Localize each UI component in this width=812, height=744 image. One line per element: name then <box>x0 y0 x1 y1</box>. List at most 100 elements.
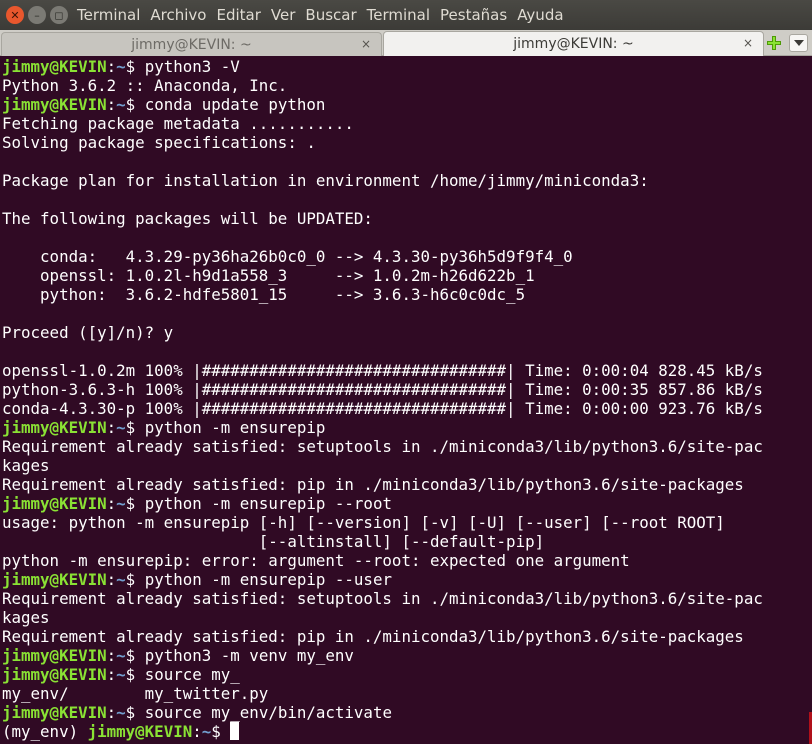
prompt-line: jimmy@KEVIN:~$ python3 -m venv my_env <box>2 646 812 665</box>
command-text: conda update python <box>144 95 326 114</box>
output-line: kages <box>2 608 50 627</box>
prompt-symbol: $ <box>211 722 231 741</box>
menu-editar[interactable]: Editar <box>211 6 265 24</box>
prompt-user: jimmy@KEVIN <box>2 665 107 684</box>
output-line: python -m ensurepip: error: argument --r… <box>2 551 630 570</box>
close-window-button[interactable]: ✕ <box>6 6 24 24</box>
output-line: Solving package specifications: . <box>2 133 316 152</box>
tab-label: jimmy@KEVIN: ~ <box>513 36 634 52</box>
minimize-window-button[interactable]: – <box>28 6 46 24</box>
output-line: kages <box>2 456 50 475</box>
maximize-icon: ◻ <box>54 8 64 22</box>
prompt-path: ~ <box>116 665 126 684</box>
menu-pestanas[interactable]: Pestañas <box>435 6 512 24</box>
prompt-symbol: $ <box>125 703 145 722</box>
prompt-user: jimmy@KEVIN <box>2 570 107 589</box>
prompt-line: jimmy@KEVIN:~$ python -m ensurepip <box>2 418 812 437</box>
close-icon: ✕ <box>10 8 20 22</box>
output-line: Requirement already satisfied: setuptool… <box>2 437 763 456</box>
prompt-line: jimmy@KEVIN:~$ source my_ <box>2 665 812 684</box>
prompt-path: ~ <box>116 494 126 513</box>
prompt-path: ~ <box>116 95 126 114</box>
output-line: Proceed ([y]/n)? y <box>2 323 174 342</box>
output-line: conda: 4.3.29-py36ha26b0c0_0 --> 4.3.30-… <box>2 247 573 266</box>
output-line: Package plan for installation in environ… <box>2 171 649 190</box>
command-text: python3 -V <box>144 57 240 76</box>
output-line: [--altinstall] [--default-pip] <box>2 532 545 551</box>
command-text: python -m ensurepip --user <box>144 570 392 589</box>
text-cursor <box>230 722 240 740</box>
command-text: source my_ <box>144 665 240 684</box>
output-line: conda-4.3.30-p 100% |###################… <box>2 399 763 418</box>
prompt-symbol: $ <box>125 570 145 589</box>
terminal-output[interactable]: jimmy@KEVIN:~$ python3 -V Python 3.6.2 ::… <box>0 57 812 744</box>
menu-ayuda[interactable]: Ayuda <box>512 6 568 24</box>
output-line: my_env/ my_twitter.py <box>2 684 269 703</box>
command-text: python -m ensurepip <box>144 418 326 437</box>
prompt-path: ~ <box>116 570 126 589</box>
prompt-path: ~ <box>116 57 126 76</box>
minimize-icon: – <box>34 8 40 22</box>
menu-buscar[interactable]: Buscar <box>300 6 361 24</box>
prompt-user: jimmy@KEVIN <box>2 95 107 114</box>
prompt-symbol: $ <box>125 95 145 114</box>
command-text: python -m ensurepip --root <box>144 494 392 513</box>
menu-terminal-app[interactable]: Terminal <box>72 6 145 24</box>
terminal-window: ✕ – ◻ Terminal Archivo Editar Ver Buscar… <box>0 0 812 744</box>
output-line: openssl: 1.0.2l-h9d1a558_3 --> 1.0.2m-h2… <box>2 266 535 285</box>
output-line: usage: python -m ensurepip [-h] [--versi… <box>2 513 725 532</box>
output-line: Fetching package metadata ........... <box>2 114 354 133</box>
output-line: Requirement already satisfied: pip in ./… <box>2 475 744 494</box>
command-text: source my_env/bin/activate <box>144 703 392 722</box>
prompt-path: ~ <box>116 703 126 722</box>
prompt-user: jimmy@KEVIN <box>2 646 107 665</box>
prompt-symbol: $ <box>125 646 145 665</box>
prompt-line: (my_env) jimmy@KEVIN:~$ <box>2 722 812 741</box>
prompt-path: ~ <box>116 418 126 437</box>
prompt-separator: : <box>106 95 117 114</box>
prompt-line: jimmy@KEVIN:~$ conda update python <box>2 95 812 114</box>
prompt-separator: : <box>106 418 117 437</box>
prompt-path: ~ <box>201 722 212 741</box>
command-text: python3 -m venv my_env <box>144 646 354 665</box>
output-line: python-3.6.3-h 100% |###################… <box>2 380 763 399</box>
window-controls: ✕ – ◻ <box>0 6 72 24</box>
prompt-line: jimmy@KEVIN:~$ python -m ensurepip --roo… <box>2 494 812 513</box>
menu-archivo[interactable]: Archivo <box>145 6 211 24</box>
prompt-user: jimmy@KEVIN <box>87 722 193 741</box>
prompt-user: jimmy@KEVIN <box>2 418 107 437</box>
close-tab-icon[interactable]: × <box>743 36 753 50</box>
prompt-user: jimmy@KEVIN <box>2 494 107 513</box>
prompt-symbol: $ <box>125 57 145 76</box>
prompt-separator: : <box>106 57 117 76</box>
menu-terminal[interactable]: Terminal <box>362 6 435 24</box>
venv-prefix: (my_env) <box>2 722 88 741</box>
prompt-user: jimmy@KEVIN <box>2 57 107 76</box>
chevron-down-icon <box>793 40 804 46</box>
close-tab-icon[interactable]: × <box>361 37 371 51</box>
output-line: Requirement already satisfied: pip in ./… <box>2 627 744 646</box>
prompt-separator: : <box>106 703 117 722</box>
prompt-symbol: $ <box>125 494 145 513</box>
tab-1[interactable]: jimmy@KEVIN: ~ × <box>1 32 382 56</box>
tab-2[interactable]: jimmy@KEVIN: ~ × <box>383 31 764 56</box>
output-line: Requirement already satisfied: setuptool… <box>2 589 763 608</box>
menu-ver[interactable]: Ver <box>266 6 301 24</box>
prompt-symbol: $ <box>125 418 145 437</box>
tabs-menu-button[interactable] <box>789 34 808 52</box>
menu-bar: ✕ – ◻ Terminal Archivo Editar Ver Buscar… <box>0 0 812 30</box>
prompt-line: jimmy@KEVIN:~$ python3 -V <box>2 57 812 76</box>
maximize-window-button[interactable]: ◻ <box>50 6 68 24</box>
menu-items: Terminal Archivo Editar Ver Buscar Termi… <box>72 6 569 24</box>
tab-bar: jimmy@KEVIN: ~ × jimmy@KEVIN: ~ × <box>0 30 812 56</box>
prompt-separator: : <box>192 722 202 741</box>
prompt-symbol: $ <box>125 665 145 684</box>
output-line: openssl-1.0.2m 100% |###################… <box>2 361 763 380</box>
new-tab-button[interactable] <box>764 33 784 53</box>
prompt-separator: : <box>106 570 117 589</box>
